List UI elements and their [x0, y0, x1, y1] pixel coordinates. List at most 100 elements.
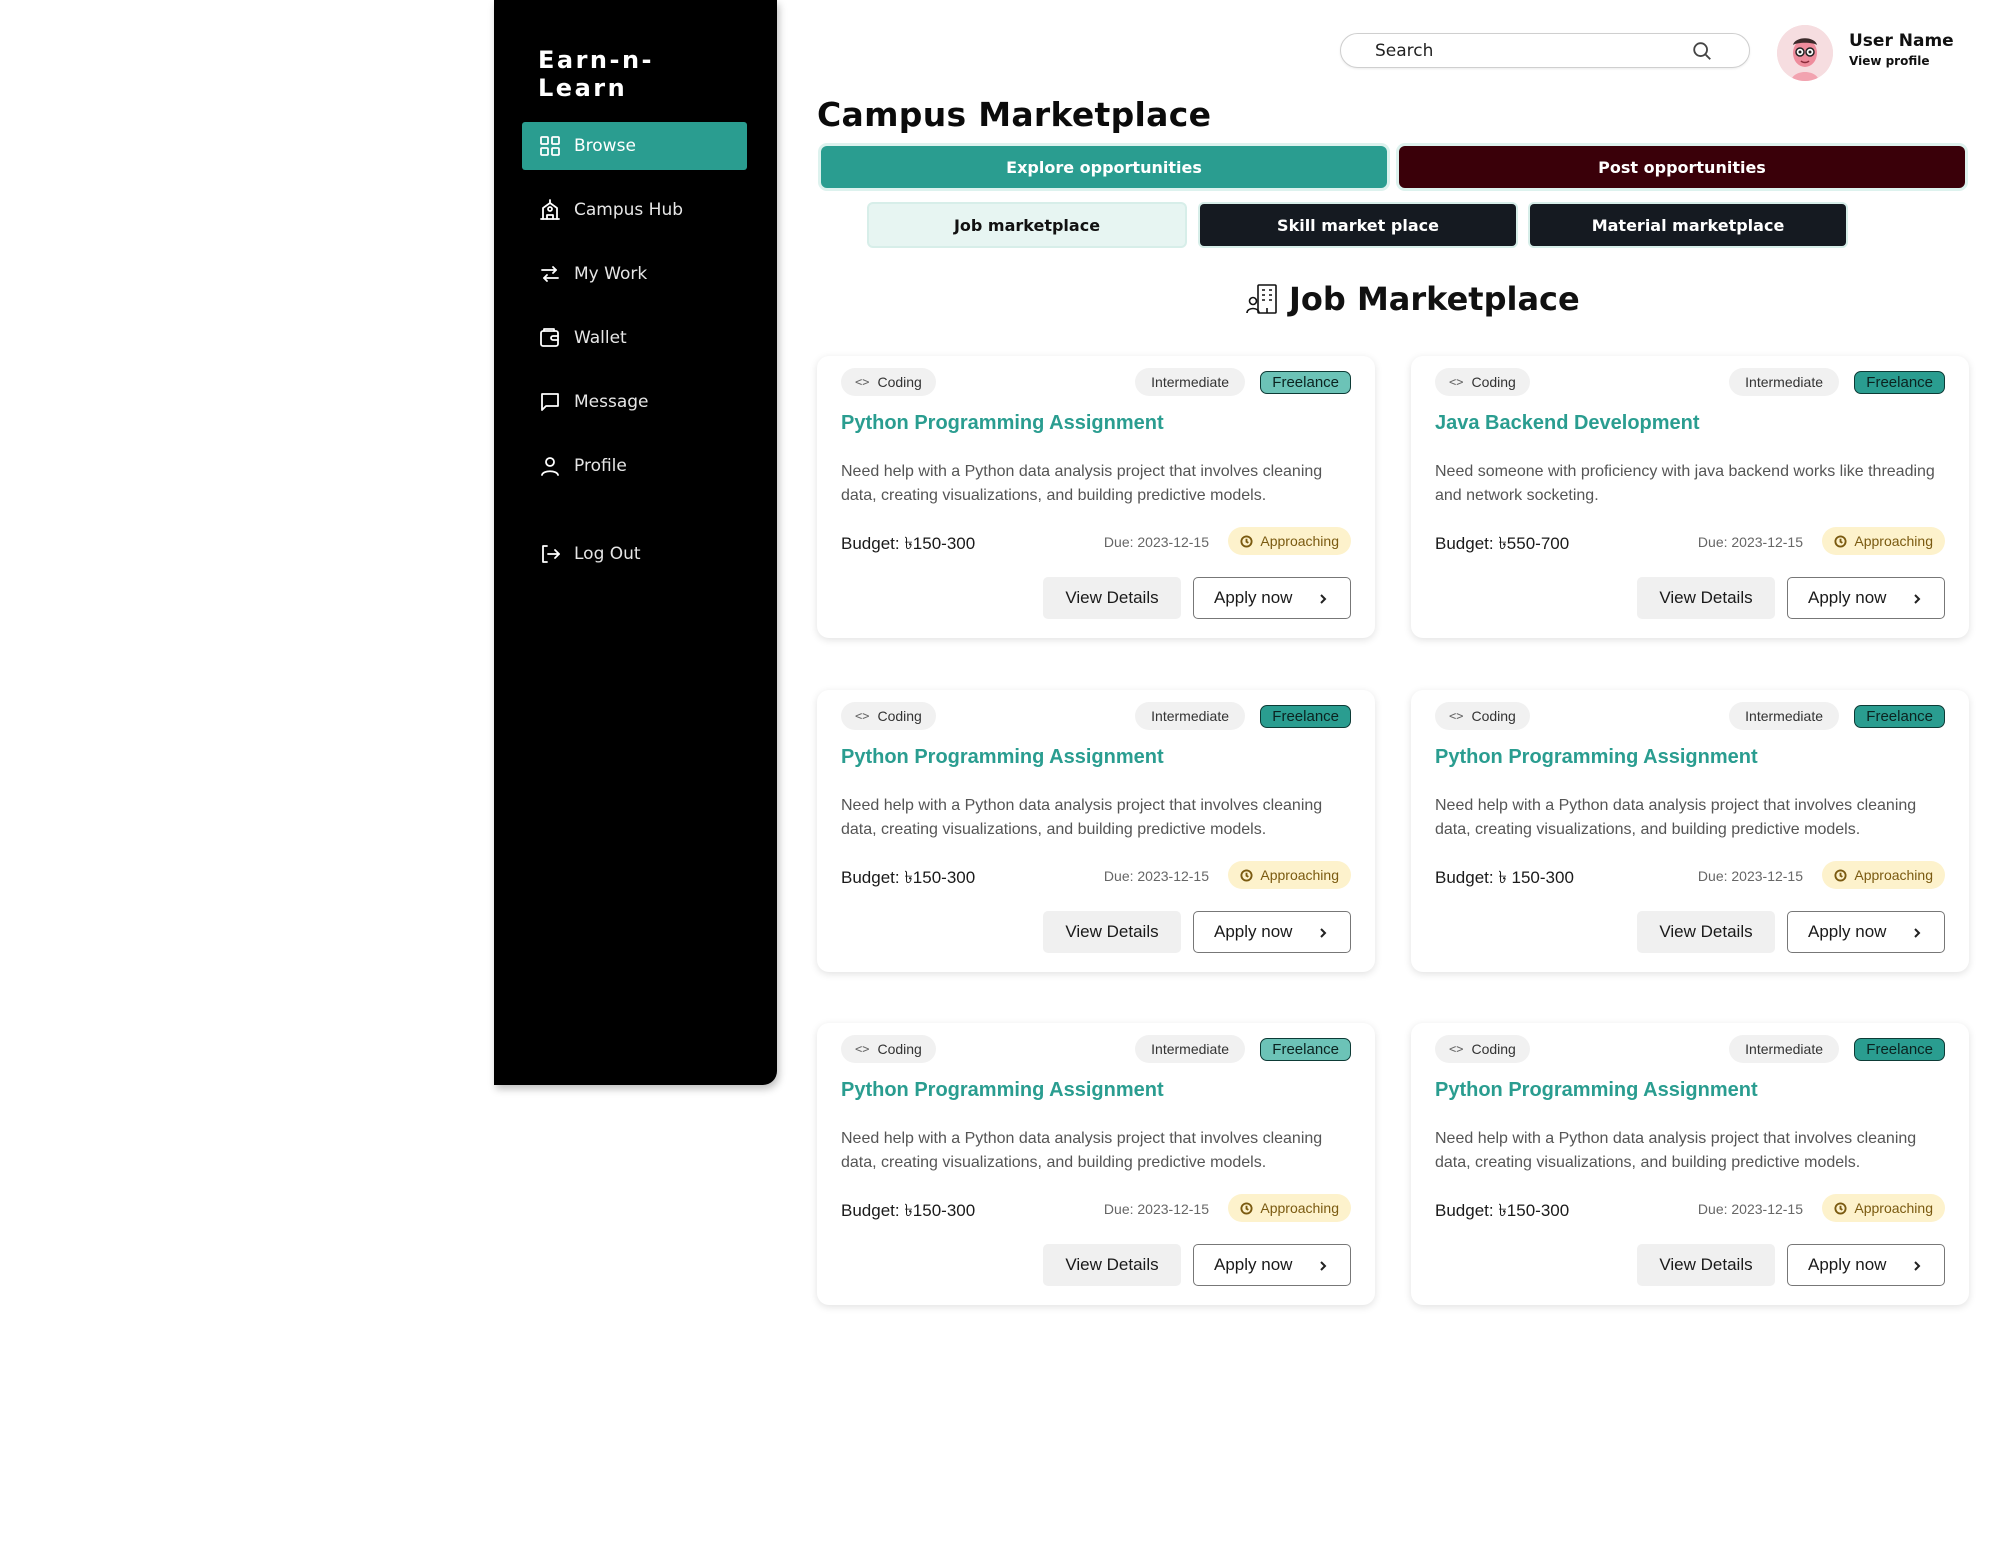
- code-icon: <>: [1449, 709, 1464, 723]
- section-title: Job Marketplace: [1245, 280, 1580, 318]
- chevron-right-icon: [1316, 925, 1330, 939]
- code-icon: <>: [855, 1042, 870, 1056]
- apply-now-button[interactable]: Apply now: [1193, 911, 1351, 953]
- chevron-right-icon: [1910, 591, 1924, 605]
- job-card: <> Coding Intermediate Freelance Java Ba…: [1411, 356, 1969, 638]
- job-title[interactable]: Java Backend Development: [1435, 412, 1700, 435]
- job-title[interactable]: Python Programming Assignment: [1435, 746, 1758, 769]
- clock-icon: [1240, 534, 1253, 548]
- budget-text: Budget: ৳550-700: [1435, 534, 1570, 553]
- type-badge: Freelance: [1854, 1038, 1945, 1061]
- category-label: Coding: [877, 374, 922, 390]
- swap-arrows-icon: [538, 262, 562, 286]
- sidebar-item-campus-hub[interactable]: Campus Hub: [522, 186, 747, 234]
- type-badge: Freelance: [1260, 705, 1351, 728]
- sidebar-item-profile[interactable]: Profile: [522, 442, 747, 490]
- job-title[interactable]: Python Programming Assignment: [841, 746, 1164, 769]
- clock-icon: [1240, 868, 1253, 882]
- tab-post-opportunities[interactable]: Post opportunities: [1399, 146, 1965, 188]
- category-chip: <> Coding: [841, 368, 936, 396]
- job-title[interactable]: Python Programming Assignment: [1435, 1079, 1758, 1102]
- sidebar-item-wallet[interactable]: Wallet: [522, 314, 747, 362]
- tab-explore-opportunities[interactable]: Explore opportunities: [821, 146, 1387, 188]
- status-label: Approaching: [1260, 533, 1339, 549]
- level-chip: Intermediate: [1729, 1035, 1839, 1063]
- sidebar-item-label: Profile: [574, 456, 627, 476]
- search-input[interactable]: [1375, 40, 1695, 61]
- building-icon: [538, 198, 562, 222]
- job-description: Need help with a Python data analysis pr…: [841, 463, 1323, 504]
- avatar[interactable]: [1777, 25, 1833, 81]
- type-badge: Freelance: [1260, 1038, 1351, 1061]
- job-title[interactable]: Python Programming Assignment: [841, 412, 1164, 435]
- category-label: Coding: [1471, 708, 1516, 724]
- category-label: Coding: [877, 1041, 922, 1057]
- type-badge: Freelance: [1854, 705, 1945, 728]
- view-details-button[interactable]: View Details: [1637, 911, 1775, 953]
- category-label: Coding: [1471, 374, 1516, 390]
- code-icon: <>: [1449, 375, 1464, 389]
- budget-text: Budget: ৳ 150-300: [1435, 868, 1574, 887]
- view-details-button[interactable]: View Details: [1043, 1244, 1181, 1286]
- status-label: Approaching: [1260, 1200, 1339, 1216]
- apply-now-button[interactable]: Apply now: [1193, 577, 1351, 619]
- apply-now-button[interactable]: Apply now: [1787, 1244, 1945, 1286]
- sidebar-item-browse[interactable]: Browse: [522, 122, 747, 170]
- status-badge: Approaching: [1822, 861, 1945, 889]
- job-card: <> Coding Intermediate Freelance Python …: [817, 1023, 1375, 1305]
- grid-icon: [538, 134, 562, 158]
- apply-now-button[interactable]: Apply now: [1787, 577, 1945, 619]
- apply-now-button[interactable]: Apply now: [1787, 911, 1945, 953]
- view-details-button[interactable]: View Details: [1043, 577, 1181, 619]
- apply-label: Apply now: [1808, 922, 1887, 941]
- view-profile-link[interactable]: View profile: [1849, 54, 1930, 68]
- due-date: Due: 2023-12-15: [1697, 1201, 1803, 1217]
- apply-now-button[interactable]: Apply now: [1193, 1244, 1351, 1286]
- brand-logo: Earn-n-Learn: [538, 46, 655, 102]
- chevron-right-icon: [1316, 591, 1330, 605]
- sidebar-item-label: Wallet: [574, 328, 627, 348]
- chevron-right-icon: [1910, 1258, 1924, 1272]
- view-details-button[interactable]: View Details: [1637, 1244, 1775, 1286]
- level-chip: Intermediate: [1729, 702, 1839, 730]
- sidebar-item-message[interactable]: Message: [522, 378, 747, 426]
- due-date: Due: 2023-12-15: [1103, 1201, 1209, 1217]
- due-date: Due: 2023-12-15: [1697, 868, 1803, 884]
- due-date: Due: 2023-12-15: [1103, 868, 1209, 884]
- job-description: Need help with a Python data analysis pr…: [841, 1130, 1323, 1171]
- sidebar-item-my-work[interactable]: My Work: [522, 250, 747, 298]
- budget-text: Budget: ৳150-300: [841, 534, 976, 553]
- view-details-button[interactable]: View Details: [1043, 911, 1181, 953]
- code-icon: <>: [1449, 1042, 1464, 1056]
- category-chip: <> Coding: [841, 702, 936, 730]
- category-label: Coding: [877, 708, 922, 724]
- level-chip: Intermediate: [1135, 368, 1245, 396]
- level-chip: Intermediate: [1135, 702, 1245, 730]
- apply-label: Apply now: [1214, 922, 1293, 941]
- status-badge: Approaching: [1228, 527, 1351, 555]
- job-title[interactable]: Python Programming Assignment: [841, 1079, 1164, 1102]
- budget-text: Budget: ৳150-300: [841, 868, 976, 887]
- status-label: Approaching: [1854, 1200, 1933, 1216]
- apply-label: Apply now: [1214, 1255, 1293, 1274]
- tab-skill-marketplace[interactable]: Skill market place: [1200, 204, 1516, 246]
- tab-job-marketplace[interactable]: Job marketplace: [869, 204, 1185, 246]
- view-details-button[interactable]: View Details: [1637, 577, 1775, 619]
- code-icon: <>: [855, 375, 870, 389]
- chevron-right-icon: [1316, 1258, 1330, 1272]
- message-icon: [538, 390, 562, 414]
- apply-label: Apply now: [1214, 588, 1293, 607]
- user-icon: [538, 454, 562, 478]
- sidebar-item-label: Log Out: [574, 544, 641, 564]
- category-chip: <> Coding: [1435, 368, 1530, 396]
- sidebar-item-label: Message: [574, 392, 649, 412]
- search-icon[interactable]: [1691, 40, 1713, 62]
- job-card: <> Coding Intermediate Freelance Python …: [1411, 1023, 1969, 1305]
- office-building-icon: [1245, 282, 1279, 316]
- category-label: Coding: [1471, 1041, 1516, 1057]
- tab-material-marketplace[interactable]: Material marketplace: [1530, 204, 1846, 246]
- due-date: Due: 2023-12-15: [1103, 534, 1209, 550]
- job-description: Need help with a Python data analysis pr…: [841, 797, 1323, 838]
- apply-label: Apply now: [1808, 1255, 1887, 1274]
- sidebar-item-log-out[interactable]: Log Out: [522, 530, 747, 578]
